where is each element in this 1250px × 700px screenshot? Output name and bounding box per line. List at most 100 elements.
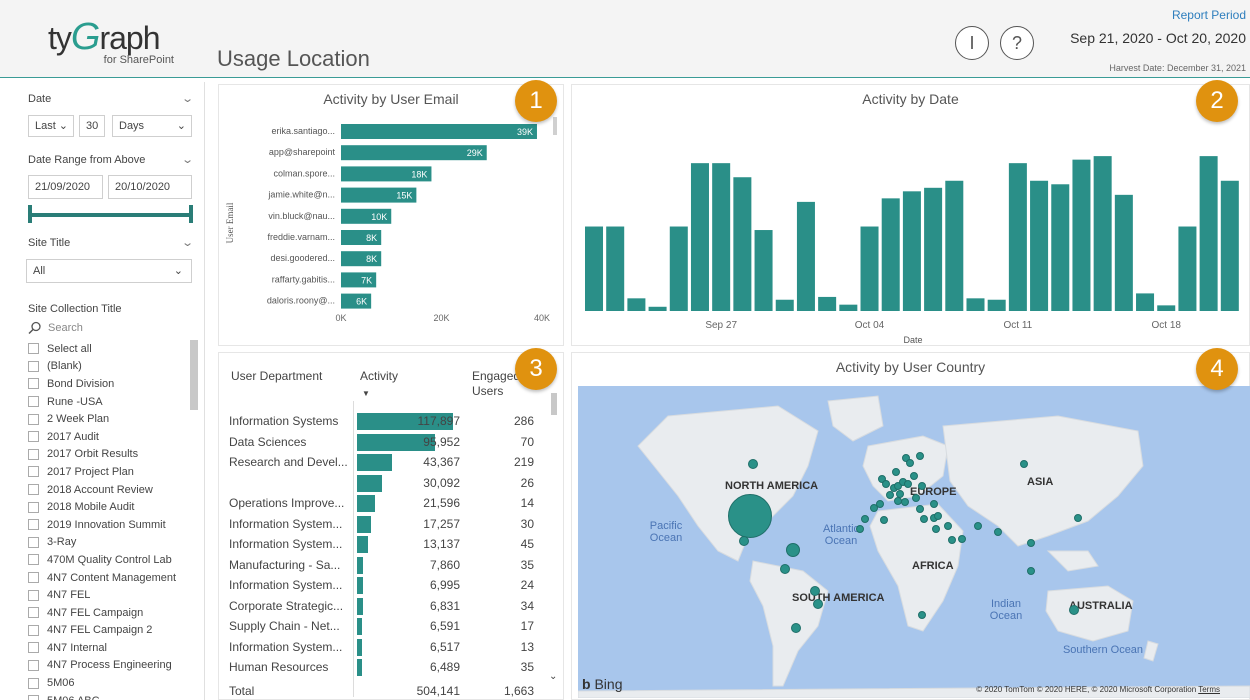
bar[interactable] <box>987 299 1006 311</box>
bar[interactable] <box>902 191 921 311</box>
country-activity-bubble[interactable] <box>856 525 864 533</box>
table-row[interactable]: Corporate Strategic... 6,831 34 <box>229 596 554 617</box>
help-button[interactable]: ? <box>1000 26 1034 60</box>
chevron-down-icon[interactable]: ⌄ <box>181 153 194 166</box>
terms-link[interactable]: Terms <box>1198 685 1220 694</box>
country-activity-bubble[interactable] <box>1027 567 1035 575</box>
start-date-input[interactable]: 21/09/2020 <box>28 175 103 199</box>
site-list-item[interactable]: 4N7 FEL Campaign <box>28 604 198 622</box>
site-list-item[interactable]: 4N7 Content Management <box>28 569 198 587</box>
col-header-activity[interactable]: Activity <box>360 369 398 383</box>
checkbox[interactable] <box>28 589 39 601</box>
site-list-item[interactable]: Rune -USA <box>28 393 198 411</box>
checkbox[interactable] <box>28 536 39 548</box>
checkbox[interactable] <box>28 431 39 443</box>
site-list-item[interactable]: 2017 Audit <box>28 428 198 446</box>
checkbox[interactable] <box>28 448 39 460</box>
site-list-item[interactable]: 4N7 FEL <box>28 586 198 604</box>
site-list-item[interactable]: 5M06 ABC <box>28 692 198 700</box>
unit-dropdown[interactable]: Days ⌄ <box>112 115 192 137</box>
country-activity-bubble[interactable] <box>791 623 801 633</box>
bar[interactable] <box>341 145 487 161</box>
bar[interactable] <box>1157 305 1176 311</box>
report-period-link[interactable]: Report Period <box>1172 8 1246 22</box>
country-activity-bubble[interactable] <box>948 536 956 544</box>
country-activity-bubble[interactable] <box>974 522 982 530</box>
site-title-dropdown[interactable]: All ⌄ <box>26 259 192 283</box>
country-activity-bubble[interactable] <box>910 472 918 480</box>
table-row[interactable]: Information Systems 117,897 286 <box>229 411 554 432</box>
bar[interactable] <box>585 226 604 311</box>
date-slider-end-handle[interactable] <box>189 205 193 223</box>
date-slider-start-handle[interactable] <box>28 205 32 223</box>
info-button[interactable]: I <box>955 26 989 60</box>
country-activity-bubble[interactable] <box>810 586 820 596</box>
bar[interactable] <box>966 298 985 311</box>
site-list-item[interactable]: Select all <box>28 340 198 358</box>
country-activity-bubble[interactable] <box>916 452 924 460</box>
bar[interactable] <box>690 163 709 311</box>
bar[interactable] <box>860 226 879 311</box>
country-activity-bubble[interactable] <box>813 599 823 609</box>
country-activity-bubble[interactable] <box>932 525 940 533</box>
days-count-input[interactable]: 30 <box>79 115 105 137</box>
chevron-down-icon[interactable]: ⌄ <box>181 236 194 249</box>
country-activity-bubble[interactable] <box>918 482 926 490</box>
bar[interactable] <box>796 201 815 311</box>
bar[interactable] <box>648 306 667 311</box>
country-activity-bubble[interactable] <box>901 498 909 506</box>
site-list-item[interactable]: 3-Ray <box>28 534 198 552</box>
country-activity-bubble[interactable] <box>880 516 888 524</box>
country-activity-bubble[interactable] <box>892 468 900 476</box>
table-row[interactable]: Research and Devel... 43,367 219 <box>229 452 554 473</box>
country-activity-bubble[interactable] <box>780 564 790 574</box>
table-row[interactable]: Data Sciences 95,952 70 <box>229 432 554 453</box>
site-collection-search[interactable]: Search <box>28 320 198 338</box>
bar[interactable] <box>733 177 752 311</box>
country-activity-bubble[interactable] <box>886 491 894 499</box>
checkbox[interactable] <box>28 519 39 531</box>
bar[interactable] <box>1072 159 1091 311</box>
bar[interactable] <box>1114 194 1133 311</box>
country-activity-bubble[interactable] <box>1074 514 1082 522</box>
site-list-item[interactable]: 470M Quality Control Lab <box>28 551 198 569</box>
table-row[interactable]: Manufacturing - Sa... 7,860 35 <box>229 555 554 576</box>
checkbox[interactable] <box>28 360 39 372</box>
country-activity-bubble[interactable] <box>1020 460 1028 468</box>
site-list-item[interactable]: Bond Division <box>28 375 198 393</box>
country-activity-bubble[interactable] <box>994 528 1002 536</box>
bar[interactable] <box>1093 156 1112 311</box>
site-list-item[interactable]: 2018 Mobile Audit <box>28 498 198 516</box>
site-list-item[interactable]: 2017 Project Plan <box>28 463 198 481</box>
table-row[interactable]: Information System... 6,995 24 <box>229 575 554 596</box>
chart-scrollbar[interactable] <box>553 117 557 135</box>
last-dropdown[interactable]: Last ⌄ <box>28 115 74 137</box>
site-list-item[interactable]: 2019 Innovation Summit <box>28 516 198 534</box>
checkbox[interactable] <box>28 677 39 689</box>
checkbox[interactable] <box>28 413 39 425</box>
site-list-item[interactable]: 4N7 Process Engineering <box>28 657 198 675</box>
bar[interactable] <box>1199 156 1218 311</box>
bar[interactable] <box>1030 180 1049 311</box>
checkbox[interactable] <box>28 466 39 478</box>
country-activity-bubble[interactable] <box>918 611 926 619</box>
bar[interactable] <box>712 163 731 311</box>
checkbox[interactable] <box>28 378 39 390</box>
table-row[interactable]: Information System... 6,517 13 <box>229 637 554 658</box>
country-activity-bubble[interactable] <box>930 500 938 508</box>
checkbox[interactable] <box>28 343 39 355</box>
bar[interactable] <box>1008 163 1027 311</box>
country-activity-bubble[interactable] <box>861 515 869 523</box>
site-list-item[interactable]: 5M06 <box>28 674 198 692</box>
sort-desc-icon[interactable]: ▼ <box>362 389 370 398</box>
table-row[interactable]: Information System... 17,257 30 <box>229 514 554 535</box>
end-date-input[interactable]: 20/10/2020 <box>108 175 192 199</box>
country-activity-bubble[interactable] <box>912 494 920 502</box>
checkbox[interactable] <box>28 396 39 408</box>
list-scrollbar[interactable] <box>190 340 198 410</box>
date-slider-track[interactable] <box>30 213 192 217</box>
site-list-item[interactable]: 2 Week Plan <box>28 410 198 428</box>
country-activity-bubble[interactable] <box>748 459 758 469</box>
checkbox[interactable] <box>28 607 39 619</box>
country-activity-bubble[interactable] <box>870 504 878 512</box>
